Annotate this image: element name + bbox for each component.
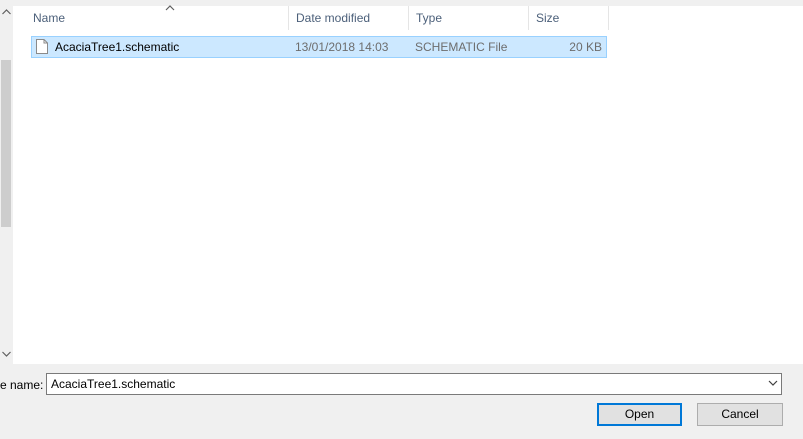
file-icon bbox=[36, 39, 48, 54]
column-header-name[interactable]: Name bbox=[25, 5, 289, 30]
column-header-size-label: Size bbox=[536, 11, 560, 25]
chevron-down-icon[interactable] bbox=[768, 379, 778, 387]
file-name-combobox[interactable]: AcaciaTree1.schematic bbox=[46, 373, 782, 395]
file-name-input[interactable]: AcaciaTree1.schematic bbox=[51, 374, 175, 394]
column-header-date-label: Date modified bbox=[296, 11, 371, 25]
cancel-button[interactable]: Cancel bbox=[697, 403, 783, 426]
scroll-up-arrow-icon[interactable] bbox=[0, 4, 13, 20]
scrollbar-thumb[interactable] bbox=[1, 60, 11, 227]
file-list: Name Date modified Type Size AcaciaTree1… bbox=[13, 0, 803, 364]
file-name-cell: AcaciaTree1.schematic bbox=[55, 40, 180, 54]
file-size-cell: 20 KB bbox=[569, 40, 602, 54]
column-header-type-label: Type bbox=[416, 11, 443, 25]
file-date-cell: 13/01/2018 14:03 bbox=[295, 40, 389, 54]
file-row[interactable]: AcaciaTree1.schematic 13/01/2018 14:03 S… bbox=[31, 36, 607, 58]
file-name-label: e name: bbox=[0, 378, 44, 392]
vertical-scrollbar[interactable] bbox=[0, 0, 13, 364]
open-button[interactable]: Open bbox=[597, 403, 682, 426]
scroll-down-arrow-icon[interactable] bbox=[0, 346, 13, 362]
dialog-footer: e name: AcaciaTree1.schematic Open Cance… bbox=[0, 364, 803, 439]
column-header-size[interactable]: Size bbox=[528, 6, 609, 30]
column-header-name-label: Name bbox=[33, 11, 66, 25]
sort-ascending-icon bbox=[165, 5, 175, 11]
column-header-type[interactable]: Type bbox=[408, 6, 529, 30]
column-header-date-modified[interactable]: Date modified bbox=[288, 6, 409, 30]
file-type-cell: SCHEMATIC File bbox=[415, 40, 508, 54]
